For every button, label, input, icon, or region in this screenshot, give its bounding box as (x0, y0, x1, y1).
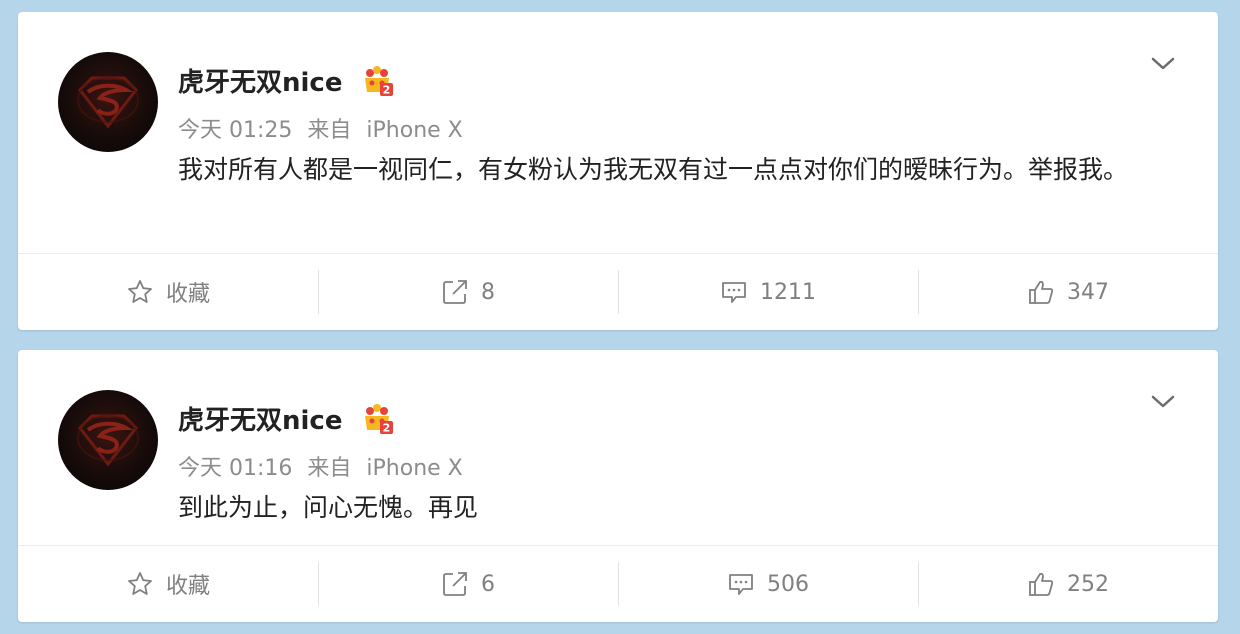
chevron-down-icon[interactable] (1148, 390, 1178, 412)
superman-logo-icon (77, 414, 139, 467)
post-content: 我对所有人都是一视同仁，有女粉认为我无双有过一点点对你们的暧昧行为。举报我。 (178, 155, 1129, 184)
post-meta: 今天 01:25 来自 iPhone X (178, 112, 463, 144)
weibo-post-card: 虎牙无双nice 2 今天 01:25 来自 iPhone X 我对所有人都是一… (18, 12, 1218, 330)
star-icon (128, 572, 152, 595)
like-button[interactable]: 252 (918, 546, 1218, 622)
comment-button[interactable]: 506 (618, 546, 918, 622)
star-icon (128, 280, 152, 303)
post-time[interactable]: 今天 01:25 (178, 118, 292, 143)
svg-text:2: 2 (383, 422, 391, 435)
post-meta: 今天 01:16 来自 iPhone X (178, 450, 463, 482)
post-time[interactable]: 今天 01:16 (178, 456, 292, 481)
comment-count: 1211 (760, 279, 816, 305)
repost-button[interactable]: 8 (318, 254, 618, 330)
comment-icon (722, 282, 746, 303)
username[interactable]: 虎牙无双nice (178, 62, 342, 99)
post-content: 到此为止，问心无愧。再见 (178, 493, 479, 522)
vip-crown-icon[interactable]: 2 (360, 64, 394, 98)
source-device: iPhone X (366, 456, 463, 481)
vip-crown-icon[interactable]: 2 (360, 402, 394, 436)
like-button[interactable]: 347 (918, 254, 1218, 330)
svg-text:2: 2 (383, 84, 391, 97)
like-count: 347 (1067, 279, 1109, 305)
share-icon (443, 280, 467, 304)
like-count: 252 (1067, 571, 1109, 597)
action-bar: 收藏 8 1211 347 (18, 253, 1218, 330)
repost-count: 8 (481, 279, 495, 305)
repost-count: 6 (481, 571, 495, 597)
share-icon (443, 572, 467, 596)
superman-logo-icon (77, 76, 139, 129)
avatar[interactable] (58, 390, 158, 490)
chevron-down-icon[interactable] (1148, 52, 1178, 74)
action-bar: 收藏 6 506 252 (18, 545, 1218, 622)
comment-icon (729, 574, 753, 595)
avatar[interactable] (58, 52, 158, 152)
favorite-label: 收藏 (165, 282, 210, 307)
source-prefix: 来自 (307, 118, 352, 143)
weibo-post-card: 虎牙无双nice 2 今天 01:16 来自 iPhone X 到此为止，问心无… (18, 350, 1218, 622)
favorite-label: 收藏 (165, 574, 210, 599)
favorite-button[interactable]: 收藏 (18, 546, 318, 622)
thumbs-up-icon (1029, 280, 1054, 304)
repost-button[interactable]: 6 (318, 546, 618, 622)
comment-count: 506 (767, 571, 809, 597)
source-prefix: 来自 (307, 456, 352, 481)
comment-button[interactable]: 1211 (618, 254, 918, 330)
username[interactable]: 虎牙无双nice (178, 400, 342, 437)
favorite-button[interactable]: 收藏 (18, 254, 318, 330)
thumbs-up-icon (1029, 572, 1054, 596)
source-device: iPhone X (366, 118, 463, 143)
